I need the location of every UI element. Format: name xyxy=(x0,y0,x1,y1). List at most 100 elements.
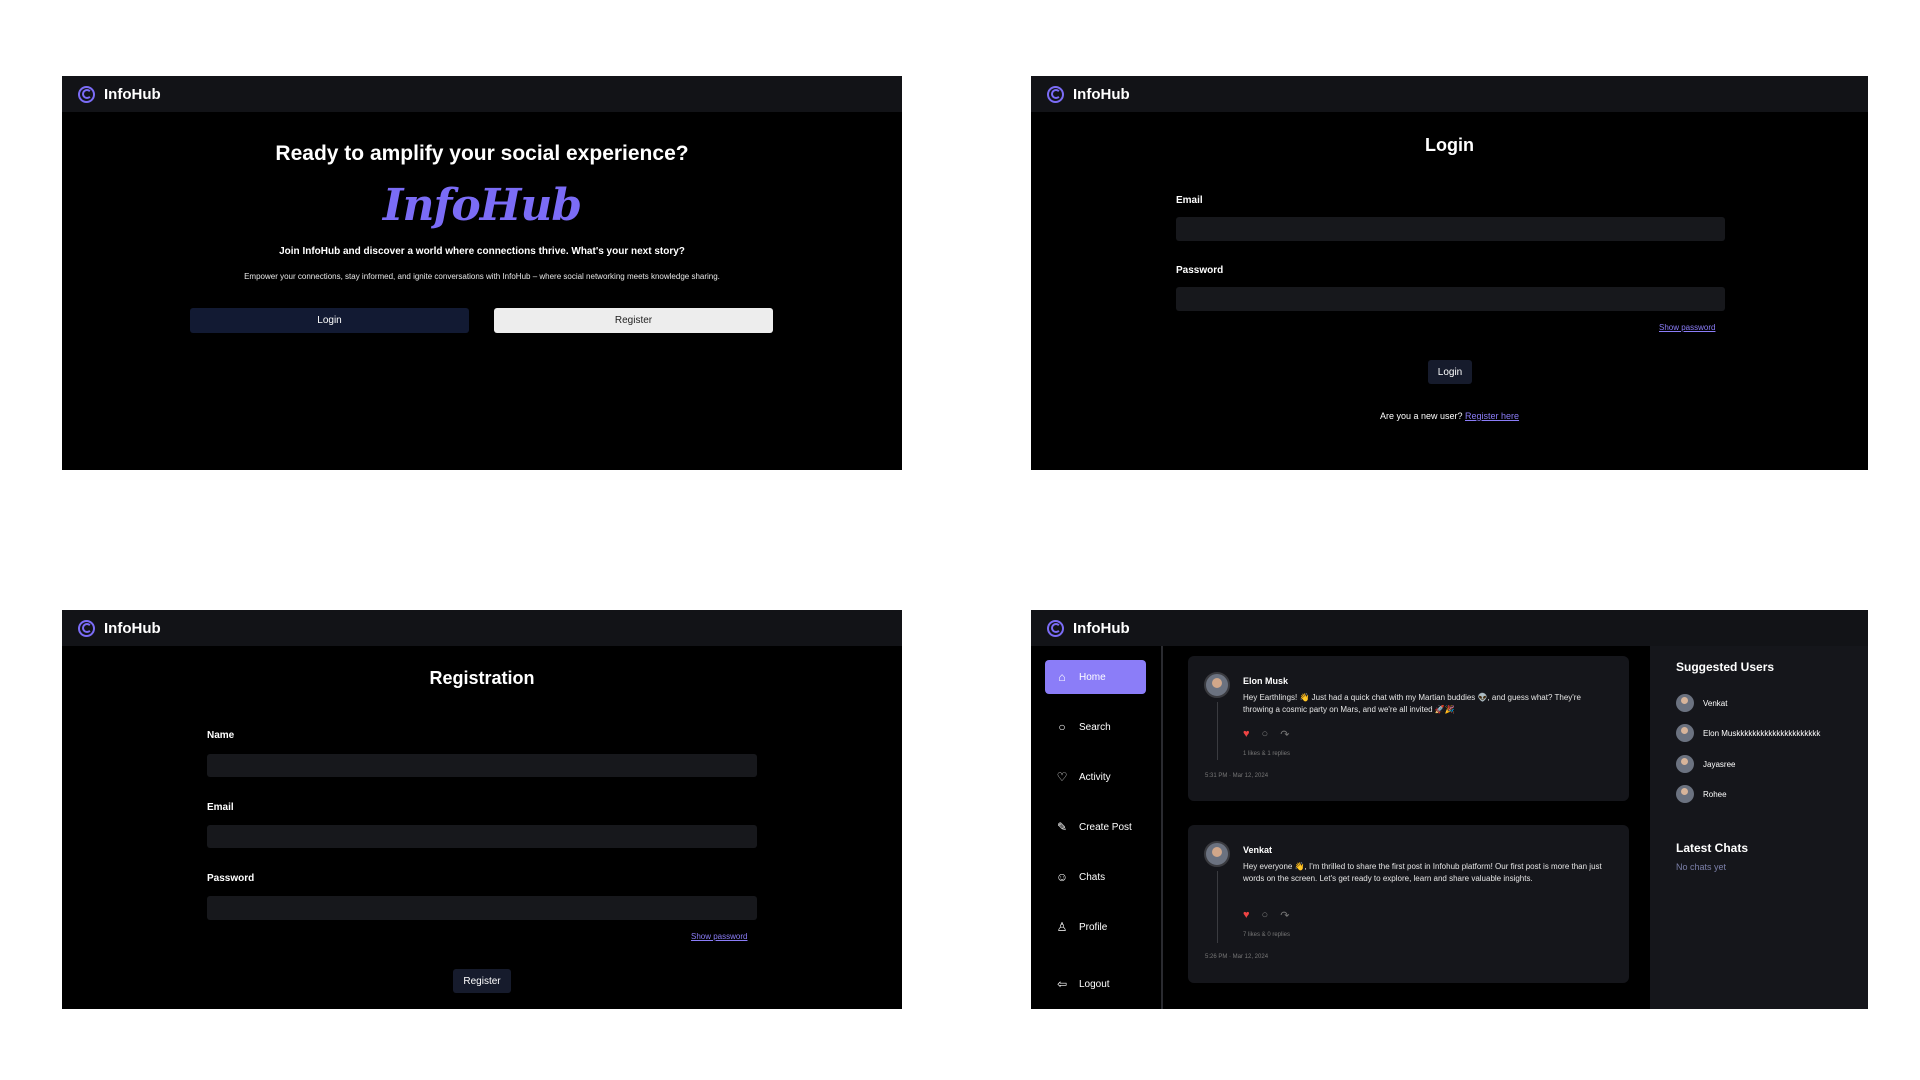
avatar xyxy=(1676,785,1694,803)
reply-icon[interactable]: ○ xyxy=(1262,909,1269,922)
show-password-link[interactable]: Show password xyxy=(691,932,747,941)
post-text: Hey Earthlings! 👋 Just had a quick chat … xyxy=(1243,693,1581,714)
brand-name[interactable]: InfoHub xyxy=(1073,86,1130,103)
post-timestamp: 5:31 PM · Mar 12, 2024 xyxy=(1205,773,1269,779)
sidebar-item-activity[interactable]: ♡ Activity xyxy=(1045,760,1146,794)
brand-name[interactable]: InfoHub xyxy=(1073,620,1130,637)
heart-icon: ♡ xyxy=(1056,770,1068,784)
sidebar-item-chats[interactable]: ☺ Chats xyxy=(1045,860,1146,894)
suggested-user[interactable]: Elon Muskkkkkkkkkkkkkkkkkkkkk xyxy=(1676,724,1820,742)
home-icon: ⌂ xyxy=(1058,670,1066,684)
sidebar-item-label: Search xyxy=(1079,721,1111,733)
register-button[interactable]: Register xyxy=(494,308,773,333)
post-actions: ♥ ○ ↷ xyxy=(1243,909,1289,922)
home-screen: InfoHub ⌂ Home ○ Search ♡ Activity ✎ Cre… xyxy=(1031,610,1868,1009)
name-label: Name xyxy=(207,730,235,741)
thread-line xyxy=(1217,871,1218,943)
brand-name[interactable]: InfoHub xyxy=(104,620,161,637)
registration-screen: InfoHub Registration Name Email Password… xyxy=(62,610,902,1009)
feed: Elon Musk Hey Earthlings! 👋 Just had a q… xyxy=(1165,646,1650,1009)
infohub-logo-icon[interactable] xyxy=(78,85,95,103)
right-sidebar: Suggested Users Venkat Elon Muskkkkkkkkk… xyxy=(1650,646,1868,1009)
post-stats[interactable]: 1 likes & 1 replies xyxy=(1243,751,1290,757)
login-screen: InfoHub Login Email Password Show passwo… xyxy=(1031,76,1868,470)
sidebar-item-label: Activity xyxy=(1079,771,1111,783)
avatar[interactable] xyxy=(1204,672,1230,698)
post-author[interactable]: Elon Musk xyxy=(1243,676,1288,686)
no-chats-text: No chats yet xyxy=(1676,862,1727,872)
sidebar-item-label: Create Post xyxy=(1079,821,1132,833)
like-icon[interactable]: ♥ xyxy=(1243,728,1250,741)
post-actions: ♥ ○ ↷ xyxy=(1243,728,1289,741)
sidebar-item-home[interactable]: ⌂ Home xyxy=(1045,660,1146,694)
suggested-user-name: Elon Muskkkkkkkkkkkkkkkkkkkkk xyxy=(1703,728,1821,738)
infohub-logo-icon[interactable] xyxy=(1047,619,1064,637)
like-icon[interactable]: ♥ xyxy=(1243,909,1250,922)
email-field[interactable] xyxy=(207,825,757,848)
topbar: InfoHub xyxy=(1031,610,1868,646)
thread-line xyxy=(1217,702,1218,760)
infohub-logo-icon[interactable] xyxy=(78,619,95,637)
brand-name[interactable]: InfoHub xyxy=(104,86,161,103)
avatar xyxy=(1676,755,1694,773)
email-field[interactable] xyxy=(1176,217,1725,241)
suggested-user[interactable]: Jayasree xyxy=(1676,755,1735,773)
infohub-logo-icon[interactable] xyxy=(1047,85,1064,103)
sidebar-item-label: Home xyxy=(1079,671,1106,683)
email-label: Email xyxy=(1176,195,1203,206)
post-card[interactable]: Elon Musk Hey Earthlings! 👋 Just had a q… xyxy=(1188,656,1629,801)
suggested-user[interactable]: Venkat xyxy=(1676,694,1727,712)
chats-icon: ☺ xyxy=(1055,870,1069,884)
share-icon[interactable]: ↷ xyxy=(1280,728,1289,741)
hero-title: Ready to amplify your social experience? xyxy=(275,142,689,165)
suggested-user-name: Rohee xyxy=(1703,789,1727,799)
share-icon[interactable]: ↷ xyxy=(1280,909,1289,922)
sidebar-item-label: Logout xyxy=(1079,978,1110,990)
name-field[interactable] xyxy=(207,754,757,777)
reply-icon[interactable]: ○ xyxy=(1262,728,1269,741)
sidebar-item-logout[interactable]: ⇦ Logout xyxy=(1045,967,1146,1001)
post-card[interactable]: Venkat Hey everyone 👋, I'm thrilled to s… xyxy=(1188,825,1629,983)
profile-icon: ♙ xyxy=(1056,920,1068,934)
avatar xyxy=(1676,694,1694,712)
post-timestamp: 5:26 PM · Mar 12, 2024 xyxy=(1205,954,1269,960)
script-logo: InfoHub xyxy=(382,180,582,231)
suggested-user-name: Venkat xyxy=(1703,698,1728,708)
new-user-text: Are you a new user? xyxy=(1379,411,1463,421)
logout-icon: ⇦ xyxy=(1056,977,1068,991)
landing-screen: InfoHub Ready to amplify your social exp… xyxy=(62,76,902,470)
suggested-user[interactable]: Rohee xyxy=(1676,785,1727,803)
login-submit-button[interactable]: Login xyxy=(1428,360,1472,384)
avatar xyxy=(1676,724,1694,742)
register-here-link[interactable]: Register here xyxy=(1465,411,1519,421)
sidebar-item-profile[interactable]: ♙ Profile xyxy=(1045,910,1146,944)
sidebar-item-create-post[interactable]: ✎ Create Post xyxy=(1045,810,1146,844)
suggested-user-name: Jayasree xyxy=(1703,759,1736,769)
registration-title: Registration xyxy=(429,668,535,688)
sidebar-item-search[interactable]: ○ Search xyxy=(1045,710,1146,744)
password-label: Password xyxy=(207,873,255,884)
hero-description: Empower your connections, stay informed,… xyxy=(244,272,720,281)
post-author[interactable]: Venkat xyxy=(1243,845,1272,855)
password-field[interactable] xyxy=(1176,287,1725,311)
password-field[interactable] xyxy=(207,896,757,920)
email-label: Email xyxy=(207,802,234,813)
topbar: InfoHub xyxy=(1031,76,1868,112)
suggested-users-title: Suggested Users xyxy=(1676,660,1775,674)
topbar: InfoHub xyxy=(62,76,902,112)
sidebar-item-label: Profile xyxy=(1079,921,1108,933)
sidebar-item-label: Chats xyxy=(1079,871,1106,883)
create-post-icon: ✎ xyxy=(1056,820,1068,834)
show-password-link[interactable]: Show password xyxy=(1659,323,1715,332)
sidebar: ⌂ Home ○ Search ♡ Activity ✎ Create Post… xyxy=(1031,646,1163,1009)
login-title: Login xyxy=(1425,135,1474,155)
hero-subtitle: Join InfoHub and discover a world where … xyxy=(279,246,685,257)
post-stats[interactable]: 7 likes & 0 replies xyxy=(1243,932,1290,938)
post-text: Hey everyone 👋, I'm thrilled to share th… xyxy=(1243,862,1602,883)
login-button[interactable]: Login xyxy=(190,308,469,333)
search-icon: ○ xyxy=(1058,720,1066,734)
latest-chats-title: Latest Chats xyxy=(1676,841,1749,855)
topbar: InfoHub xyxy=(62,610,902,646)
register-submit-button[interactable]: Register xyxy=(453,969,511,993)
avatar[interactable] xyxy=(1204,841,1230,867)
